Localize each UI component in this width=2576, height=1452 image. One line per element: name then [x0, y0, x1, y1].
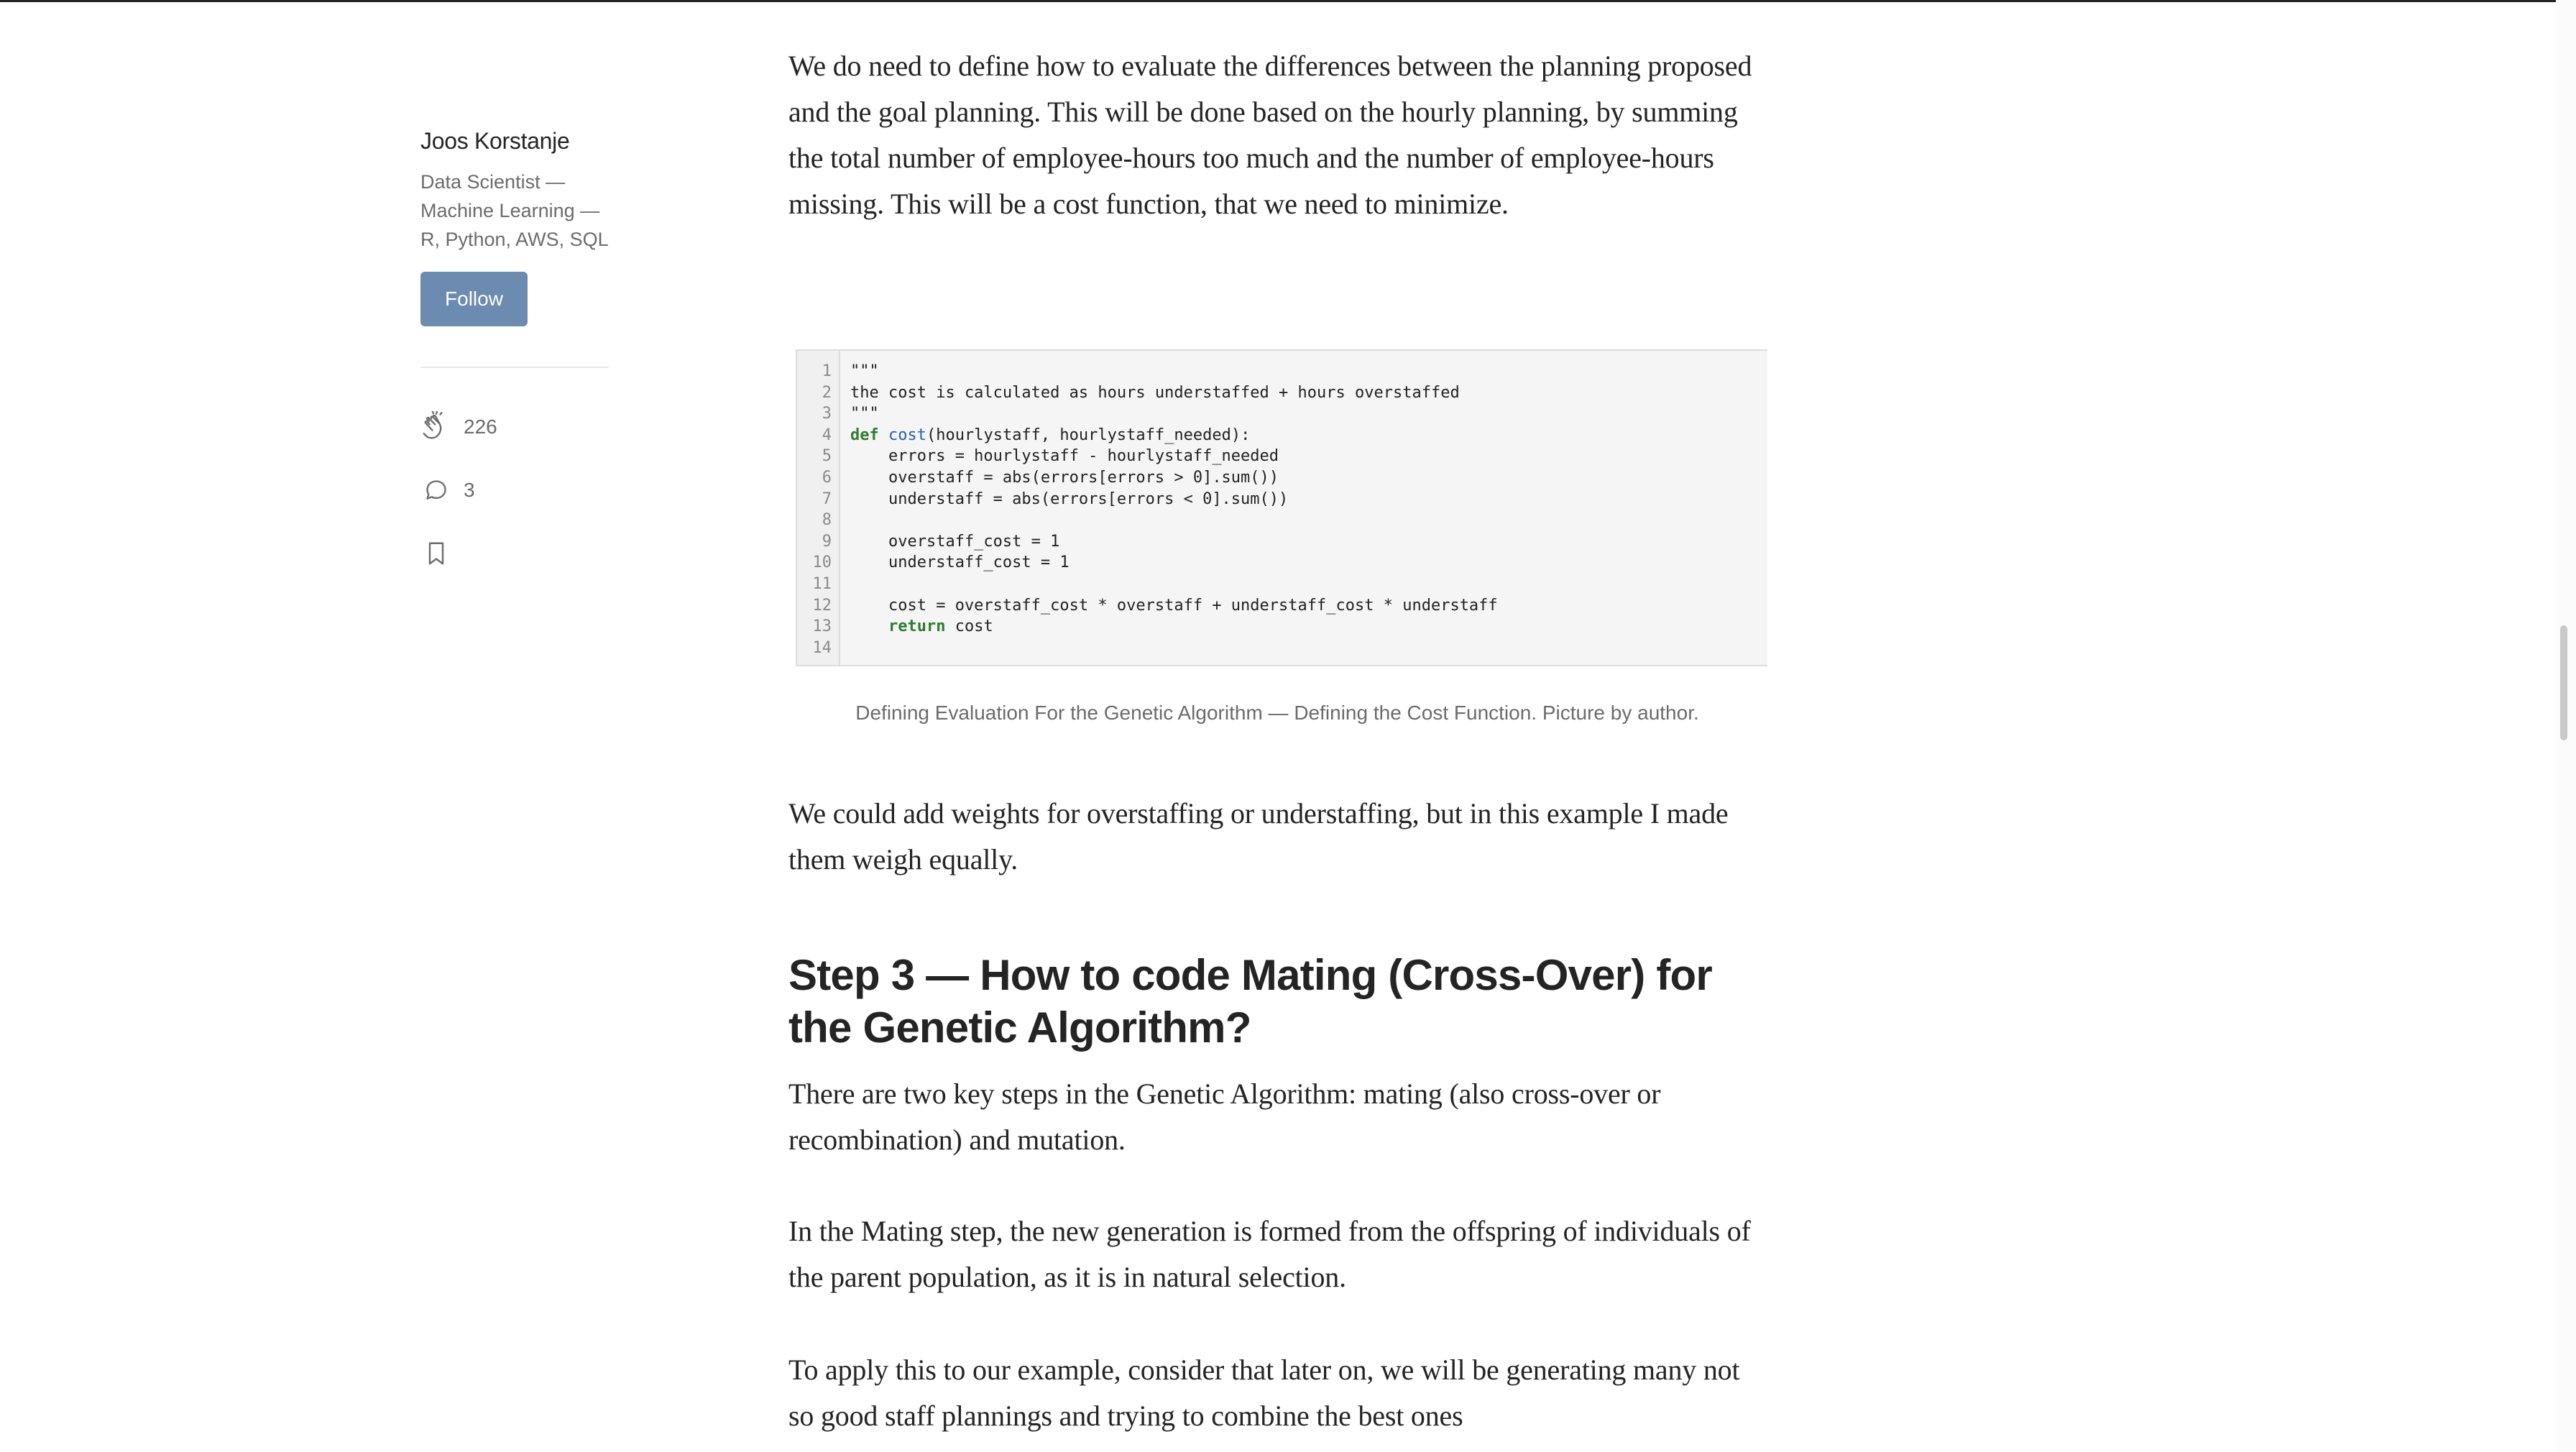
line-number-gutter: 1 2 3 4 5 6 7 8 9 10 11 12 13 14: [797, 351, 840, 665]
line-number: 14: [812, 638, 832, 657]
author-name[interactable]: Joos Korstanje: [420, 124, 609, 158]
code-line: understaff_cost = 1: [850, 553, 1070, 572]
code-line: overstaff_cost = 1: [850, 532, 1060, 551]
code-image: 1 2 3 4 5 6 7 8 9 10 11 12 13 14 """ the…: [796, 349, 1767, 666]
bookmark-button[interactable]: [420, 538, 452, 572]
author-bio: Data Scientist — Machine Learning — R, P…: [420, 167, 609, 254]
author-bio-line: Data Scientist —: [420, 171, 566, 193]
code-line: cost = overstaff_cost * overstaff + unde…: [850, 596, 1498, 615]
line-number: 11: [812, 574, 832, 593]
line-number: 6: [822, 468, 832, 487]
code-text: (hourlystaff, hourlystaff_needed):: [926, 426, 1251, 444]
code-line: """: [850, 362, 879, 380]
top-border: [0, 0, 2576, 2]
scrollbar-thumb[interactable]: [2560, 625, 2567, 740]
clap-button[interactable]: 226: [420, 410, 609, 444]
code-block: """ the cost is calculated as hours unde…: [850, 361, 1498, 638]
line-number: 10: [812, 553, 832, 572]
code-line: understaff = abs(errors[errors < 0].sum(…: [850, 490, 1289, 508]
line-number: 3: [822, 405, 832, 423]
code-line: the cost is calculated as hours understa…: [850, 383, 1460, 402]
line-number: 12: [812, 596, 832, 615]
line-number: 2: [822, 383, 832, 402]
line-number: 1: [822, 362, 832, 380]
author-sidebar: Joos Korstanje Data Scientist — Machine …: [420, 122, 609, 572]
code-line: errors = hourlystaff - hourlystaff_neede…: [850, 447, 1279, 466]
line-number: 4: [822, 426, 832, 444]
code-keyword: return: [888, 617, 946, 636]
section-heading: Step 3 — How to code Mating (Cross-Over)…: [788, 951, 1713, 1052]
author-bio-line: Machine Learning —: [420, 200, 600, 221]
line-number: 9: [822, 532, 832, 551]
article-paragraph: There are two key steps in the Genetic A…: [788, 1077, 1661, 1156]
line-number: 8: [822, 511, 832, 530]
article-paragraph: We do need to define how to evaluate the…: [788, 50, 1752, 220]
code-line: """: [850, 405, 879, 423]
clap-icon[interactable]: [420, 410, 452, 444]
clap-count: 226: [464, 415, 497, 438]
responses-button[interactable]: 3: [420, 473, 609, 507]
comment-icon[interactable]: [420, 473, 452, 507]
bookmark-icon[interactable]: [423, 539, 449, 571]
figure-caption: Defining Evaluation For the Genetic Algo…: [855, 702, 1699, 724]
responses-count: 3: [464, 479, 475, 501]
code-keyword: def: [850, 426, 879, 444]
line-number: 13: [812, 617, 832, 636]
article-paragraph: To apply this to our example, consider t…: [788, 1354, 1740, 1432]
article-paragraph: We could add weights for overstaffing or…: [788, 797, 1729, 876]
line-number: 7: [822, 490, 832, 508]
line-number: 5: [822, 447, 832, 466]
code-function-name: cost: [888, 426, 926, 444]
author-bio-line: R, Python, AWS, SQL: [420, 229, 609, 250]
sidebar-divider: [420, 367, 609, 368]
article-paragraph: In the Mating step, the new generation i…: [788, 1215, 1751, 1293]
code-line: return cost: [850, 616, 1498, 638]
code-line: overstaff = abs(errors[errors > 0].sum()…: [850, 468, 1279, 487]
code-line: def cost(hourlystaff, hourlystaff_needed…: [850, 425, 1498, 446]
code-text: cost: [945, 617, 993, 636]
follow-button[interactable]: Follow: [420, 272, 528, 326]
